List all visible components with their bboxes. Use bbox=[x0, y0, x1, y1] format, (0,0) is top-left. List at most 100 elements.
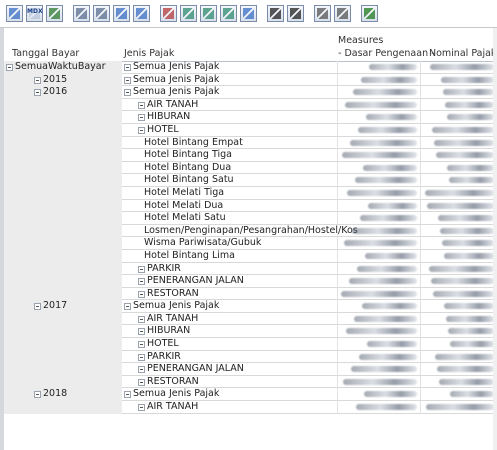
export-pdf-button[interactable] bbox=[334, 5, 351, 22]
jenis-pajak-label[interactable]: Semua Jenis Pajak bbox=[133, 61, 219, 74]
collapse-toggle-icon[interactable] bbox=[124, 64, 131, 71]
collapse-toggle-icon[interactable] bbox=[138, 378, 145, 386]
jenis-pajak-cell: RESTORAN bbox=[122, 376, 337, 389]
print-icon bbox=[317, 8, 328, 19]
tanggal-label[interactable]: 2016 bbox=[43, 86, 67, 99]
jenis-pajak-label[interactable]: Hotel Bintang Tiga bbox=[144, 149, 232, 162]
nominal-pajak-cell bbox=[420, 186, 497, 200]
dasar-pengenaan-cell bbox=[337, 237, 420, 250]
collapse-toggle-icon[interactable] bbox=[138, 341, 145, 349]
collapse-toggle-icon[interactable] bbox=[138, 278, 145, 286]
chart-alt-button[interactable] bbox=[200, 5, 217, 22]
tanggal-cell bbox=[4, 98, 122, 112]
jenis-pajak-label[interactable]: Hotel Melati Tiga bbox=[144, 187, 224, 200]
nominal-pajak-header[interactable]: Nominal Pajak bbox=[429, 48, 496, 59]
collapse-toggle-icon[interactable] bbox=[124, 303, 131, 311]
jenis-pajak-label[interactable]: Wisma Pariwisata/Gubuk bbox=[144, 237, 261, 250]
jenis-pajak-cell: HOTEL bbox=[122, 124, 337, 137]
collapse-toggle-icon[interactable] bbox=[138, 315, 145, 323]
table-button[interactable] bbox=[113, 5, 130, 22]
table-row: Hotel Bintang Tiga bbox=[4, 149, 497, 162]
jenis-pajak-label[interactable]: Hotel Bintang Lima bbox=[144, 250, 235, 263]
collapse-toggle-icon[interactable] bbox=[34, 76, 41, 84]
jenis-pajak-label[interactable]: AIR TANAH bbox=[147, 313, 198, 326]
redacted-value bbox=[444, 252, 494, 259]
tanggal-label[interactable]: SemuaWaktuBayar bbox=[15, 61, 106, 74]
tanggal-bayar-header[interactable]: Tanggal Bayar bbox=[12, 48, 79, 59]
jenis-pajak-label[interactable]: PENERANGAN JALAN bbox=[147, 275, 244, 288]
collapse-toggle-icon[interactable] bbox=[6, 64, 13, 71]
collapse-toggle-icon[interactable] bbox=[138, 366, 145, 374]
jenis-pajak-cell: Semua Jenis Pajak bbox=[122, 300, 337, 313]
jenis-pajak-label[interactable]: RESTORAN bbox=[147, 288, 199, 301]
collapse-toggle-icon[interactable] bbox=[138, 328, 145, 336]
collapse-toggle-icon[interactable] bbox=[138, 353, 145, 361]
jenis-pajak-label[interactable]: Semua Jenis Pajak bbox=[133, 300, 219, 313]
jenis-pajak-label[interactable]: Hotel Bintang Dua bbox=[144, 162, 231, 175]
dasar-pengenaan-header[interactable]: - Dasar Pengenaan - bbox=[338, 48, 435, 59]
jenis-pajak-label[interactable]: RESTORAN bbox=[147, 376, 199, 389]
collapse-toggle-icon[interactable] bbox=[138, 101, 145, 109]
sort-button[interactable] bbox=[46, 5, 63, 22]
jenis-pajak-label[interactable]: Semua Jenis Pajak bbox=[133, 74, 219, 87]
collapse-toggle-icon[interactable] bbox=[34, 89, 41, 97]
mdx-button[interactable]: MDX bbox=[26, 5, 43, 22]
redacted-value bbox=[365, 252, 417, 259]
jenis-pajak-label[interactable]: PARKIR bbox=[147, 351, 181, 364]
tanggal-label[interactable]: 2015 bbox=[43, 74, 67, 87]
collapse-toggle-icon[interactable] bbox=[34, 391, 41, 399]
collapse-toggle-icon[interactable] bbox=[138, 290, 145, 298]
jenis-pajak-label[interactable]: Semua Jenis Pajak bbox=[133, 388, 219, 401]
export-excel-button[interactable] bbox=[361, 5, 378, 22]
nominal-pajak-cell bbox=[420, 275, 497, 288]
jenis-pajak-label[interactable]: AIR TANAH bbox=[147, 401, 198, 414]
scrollbar-edge[interactable] bbox=[493, 28, 497, 450]
jenis-pajak-label[interactable]: AIR TANAH bbox=[147, 99, 198, 112]
jenis-pajak-label[interactable]: HOTEL bbox=[147, 338, 179, 351]
bar-chart-alt-button[interactable] bbox=[287, 5, 304, 22]
collapse-toggle-icon[interactable] bbox=[34, 303, 41, 311]
redacted-value bbox=[426, 404, 494, 411]
layout-button[interactable] bbox=[73, 5, 90, 22]
nominal-pajak-cell bbox=[420, 111, 497, 124]
jenis-pajak-label[interactable]: HIBURAN bbox=[147, 111, 190, 124]
nominal-pajak-cell bbox=[420, 61, 497, 74]
jenis-pajak-label[interactable]: Hotel Bintang Empat bbox=[144, 137, 243, 150]
jenis-pajak-label[interactable]: Hotel Bintang Satu bbox=[144, 174, 234, 187]
tanggal-label[interactable]: 2017 bbox=[43, 300, 67, 313]
redacted-value bbox=[363, 164, 417, 171]
collapse-toggle-icon[interactable] bbox=[124, 76, 131, 84]
drill-button[interactable] bbox=[240, 5, 257, 22]
collapse-toggle-icon[interactable] bbox=[138, 265, 145, 273]
jenis-pajak-label[interactable]: Hotel Melati Dua bbox=[144, 200, 223, 213]
print-button[interactable] bbox=[314, 5, 331, 22]
collapse-toggle-icon[interactable] bbox=[138, 126, 145, 134]
tanggal-label[interactable]: 2018 bbox=[43, 388, 67, 401]
jenis-pajak-label[interactable]: PARKIR bbox=[147, 263, 181, 276]
layout-alt-button[interactable] bbox=[93, 5, 110, 22]
redacted-value bbox=[439, 378, 494, 385]
collapse-toggle-icon[interactable] bbox=[124, 391, 131, 399]
jenis-pajak-label[interactable]: HIBURAN bbox=[147, 325, 190, 338]
jenis-pajak-label[interactable]: Semua Jenis Pajak bbox=[133, 86, 219, 99]
jenis-pajak-label[interactable]: Hotel Melati Satu bbox=[144, 212, 226, 225]
redacted-value bbox=[437, 366, 494, 373]
grid-icon bbox=[9, 8, 20, 19]
bar-chart-button[interactable] bbox=[267, 5, 284, 22]
jenis-pajak-label[interactable]: PENERANGAN JALAN bbox=[147, 363, 244, 376]
jenis-pajak-label[interactable]: HOTEL bbox=[147, 124, 179, 137]
chart-line-button[interactable] bbox=[220, 5, 237, 22]
swap-axes-button[interactable] bbox=[160, 5, 177, 22]
jenis-pajak-header[interactable]: Jenis Pajak bbox=[124, 48, 174, 59]
collapse-toggle-icon[interactable] bbox=[124, 89, 131, 97]
grid-button[interactable] bbox=[6, 5, 23, 22]
collapse-toggle-icon[interactable] bbox=[138, 114, 145, 122]
pivot-rows: SemuaWaktuBayar Semua Jenis Pajak 2015 Semu… bbox=[4, 61, 497, 414]
jenis-pajak-cell: PENERANGAN JALAN bbox=[122, 275, 337, 288]
collapse-toggle-icon[interactable] bbox=[138, 404, 145, 412]
chart-button[interactable] bbox=[180, 5, 197, 22]
jenis-pajak-label[interactable]: Losmen/Penginapan/Pesangrahan/Hostel/Kos bbox=[144, 225, 358, 238]
table-alt-button[interactable] bbox=[133, 5, 150, 22]
measures-header[interactable]: Measures bbox=[338, 35, 383, 46]
nominal-pajak-cell bbox=[420, 199, 497, 213]
